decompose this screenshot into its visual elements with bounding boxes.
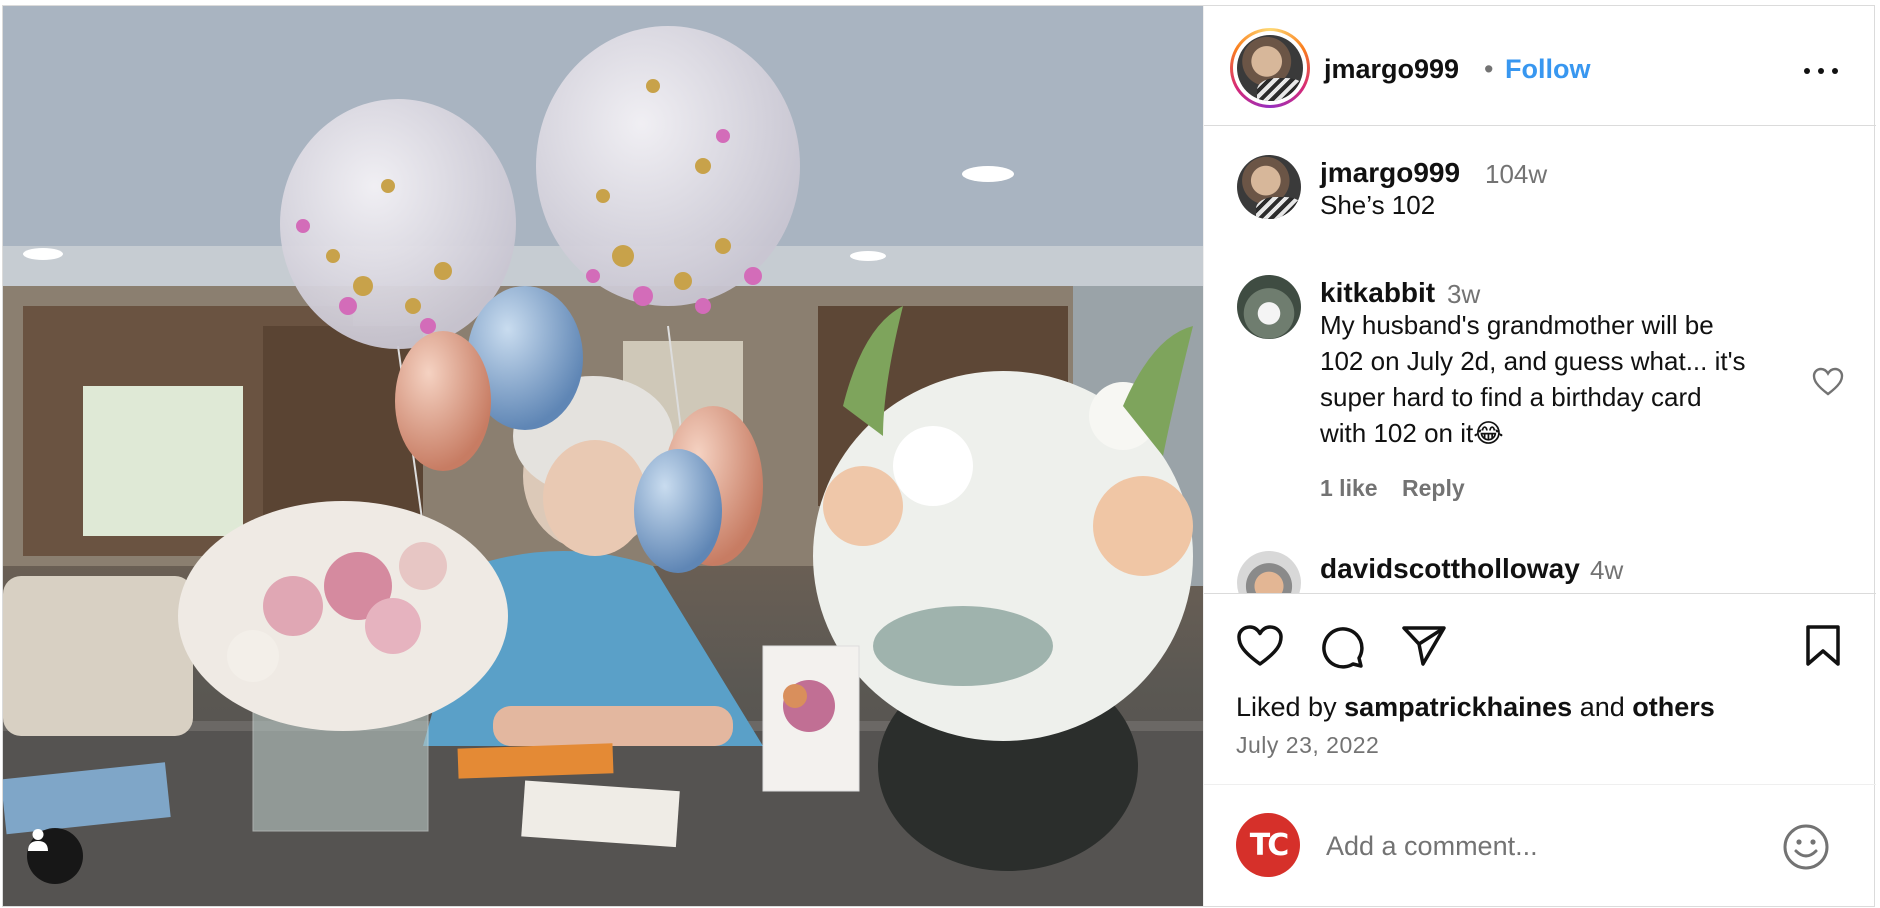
instagram-post: jmargo999 • Follow jmargo999 104w She’s … — [2, 5, 1876, 907]
photo-illustration — [3, 6, 1203, 906]
comment-text-line: 102 on July 2d, and guess what... it's — [1320, 346, 1746, 376]
post-photo[interactable] — [3, 6, 1203, 906]
liked-others[interactable]: others — [1632, 692, 1715, 722]
more-options-icon[interactable] — [1804, 56, 1838, 86]
author-avatar[interactable] — [1237, 35, 1303, 101]
like-heart-icon[interactable] — [1236, 624, 1284, 668]
comment-likes-count[interactable]: 1 like — [1320, 475, 1378, 502]
comment-text-line: super hard to find a birthday card — [1320, 382, 1702, 412]
comment-time[interactable]: 4w — [1590, 555, 1623, 586]
comments-list[interactable]: jmargo999 104w She’s 102 kitkabbit 3w My… — [1204, 127, 1876, 593]
post-date[interactable]: July 23, 2022 — [1236, 732, 1379, 759]
caption-time[interactable]: 104w — [1485, 159, 1547, 190]
comment-text-line: with 102 on it😂 — [1320, 418, 1504, 448]
caption-author-avatar[interactable] — [1237, 155, 1301, 219]
current-user-avatar[interactable]: TC — [1236, 813, 1300, 877]
share-paper-plane-icon[interactable] — [1401, 624, 1447, 668]
comment-username[interactable]: kitkabbit — [1320, 277, 1435, 309]
add-comment-bar: TC — [1204, 784, 1876, 906]
liked-by-summary[interactable]: Liked by sampatrickhaines and others — [1236, 692, 1715, 723]
story-ring[interactable] — [1230, 28, 1310, 108]
caption-username[interactable]: jmargo999 — [1320, 157, 1460, 189]
comment-username[interactable]: davidscottholloway — [1320, 553, 1580, 585]
user-icon — [28, 829, 48, 851]
comment-text-line: My husband's grandmother will be — [1320, 310, 1714, 340]
add-comment-input[interactable] — [1326, 829, 1756, 863]
reply-button[interactable]: Reply — [1402, 475, 1465, 502]
comment-bubble-icon[interactable] — [1319, 624, 1365, 670]
follow-button[interactable]: Follow — [1505, 54, 1590, 85]
liked-and: and — [1572, 692, 1633, 722]
comment-time[interactable]: 3w — [1447, 279, 1480, 310]
caption-text: She’s 102 — [1320, 190, 1436, 220]
liked-prefix: Liked by — [1236, 692, 1345, 722]
tagged-users-button[interactable] — [27, 828, 83, 884]
save-bookmark-icon[interactable] — [1804, 624, 1842, 668]
commenter-avatar[interactable] — [1237, 551, 1301, 593]
comment-text: My husband's grandmother will be 102 on … — [1320, 307, 1810, 451]
post-actions: Liked by sampatrickhaines and others Jul… — [1204, 593, 1876, 906]
author-username[interactable]: jmargo999 — [1324, 54, 1459, 85]
post-side-panel: jmargo999 • Follow jmargo999 104w She’s … — [1203, 6, 1876, 906]
like-comment-heart-icon[interactable] — [1812, 367, 1844, 397]
separator-dot: • — [1484, 54, 1494, 84]
commenter-avatar[interactable] — [1237, 275, 1301, 339]
emoji-icon[interactable] — [1782, 823, 1830, 871]
post-header: jmargo999 • Follow — [1204, 6, 1876, 126]
liked-by-user[interactable]: sampatrickhaines — [1344, 692, 1572, 722]
